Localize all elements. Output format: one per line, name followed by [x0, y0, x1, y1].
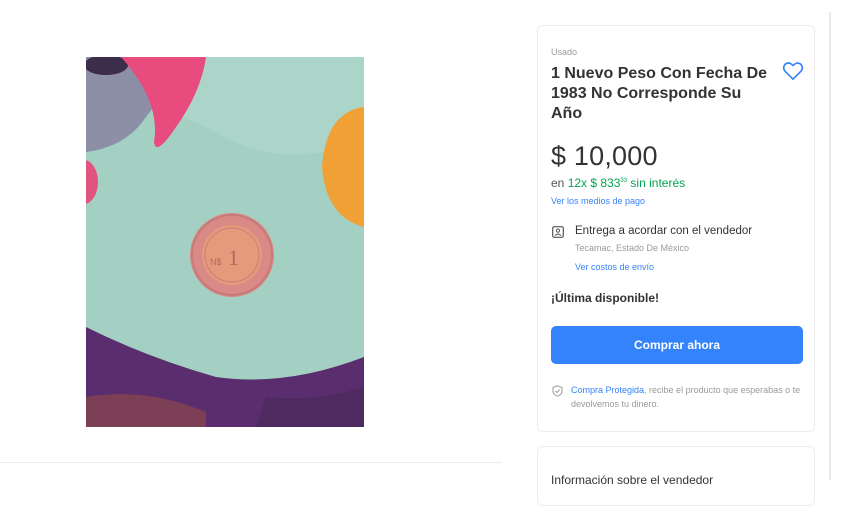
protected-purchase-text: Compra Protegida, recibe el producto que… — [571, 383, 801, 411]
installments-suffix: sin interés — [627, 176, 686, 190]
pickup-icon — [552, 225, 564, 238]
shipping-title: Entrega a acordar con el vendedor — [575, 225, 753, 237]
shield-icon — [552, 384, 563, 397]
svg-text:N$: N$ — [210, 257, 222, 267]
product-title: 1 Nuevo Peso Con Fecha De 1983 No Corres… — [551, 65, 768, 122]
page-scrollbar[interactable] — [829, 12, 831, 480]
coin-photo-image: 1 N$ — [86, 57, 364, 427]
shipping-location: Tecamac, Estado De México — [575, 243, 690, 253]
installments: en 12x $ 83333 sin interés — [551, 176, 685, 190]
payment-methods-link[interactable]: Ver los medios de pago — [551, 196, 645, 206]
seller-info-title: Información sobre el vendedor — [551, 473, 714, 487]
buy-box: Usado 1 Nuevo Peso Con Fecha De 1983 No … — [537, 25, 815, 432]
shipping-costs-link[interactable]: Ver costos de envío — [575, 262, 654, 272]
item-condition: Usado — [551, 47, 578, 57]
protected-purchase-link[interactable]: Compra Protegida — [571, 385, 644, 395]
svg-text:1: 1 — [228, 245, 239, 270]
stock-label: ¡Última disponible! — [551, 291, 659, 305]
heart-icon[interactable] — [782, 61, 804, 81]
main-content: 1 N$ — [0, 0, 520, 480]
buy-now-button[interactable]: Comprar ahora — [551, 326, 803, 364]
installments-amount: 12x $ 833 — [567, 176, 621, 190]
installments-prefix: en — [551, 176, 568, 190]
seller-info-box: Información sobre el vendedor — [537, 446, 815, 506]
product-photo[interactable]: 1 N$ — [86, 57, 364, 427]
section-divider — [0, 462, 502, 463]
price: $ 10,000 — [551, 141, 658, 171]
